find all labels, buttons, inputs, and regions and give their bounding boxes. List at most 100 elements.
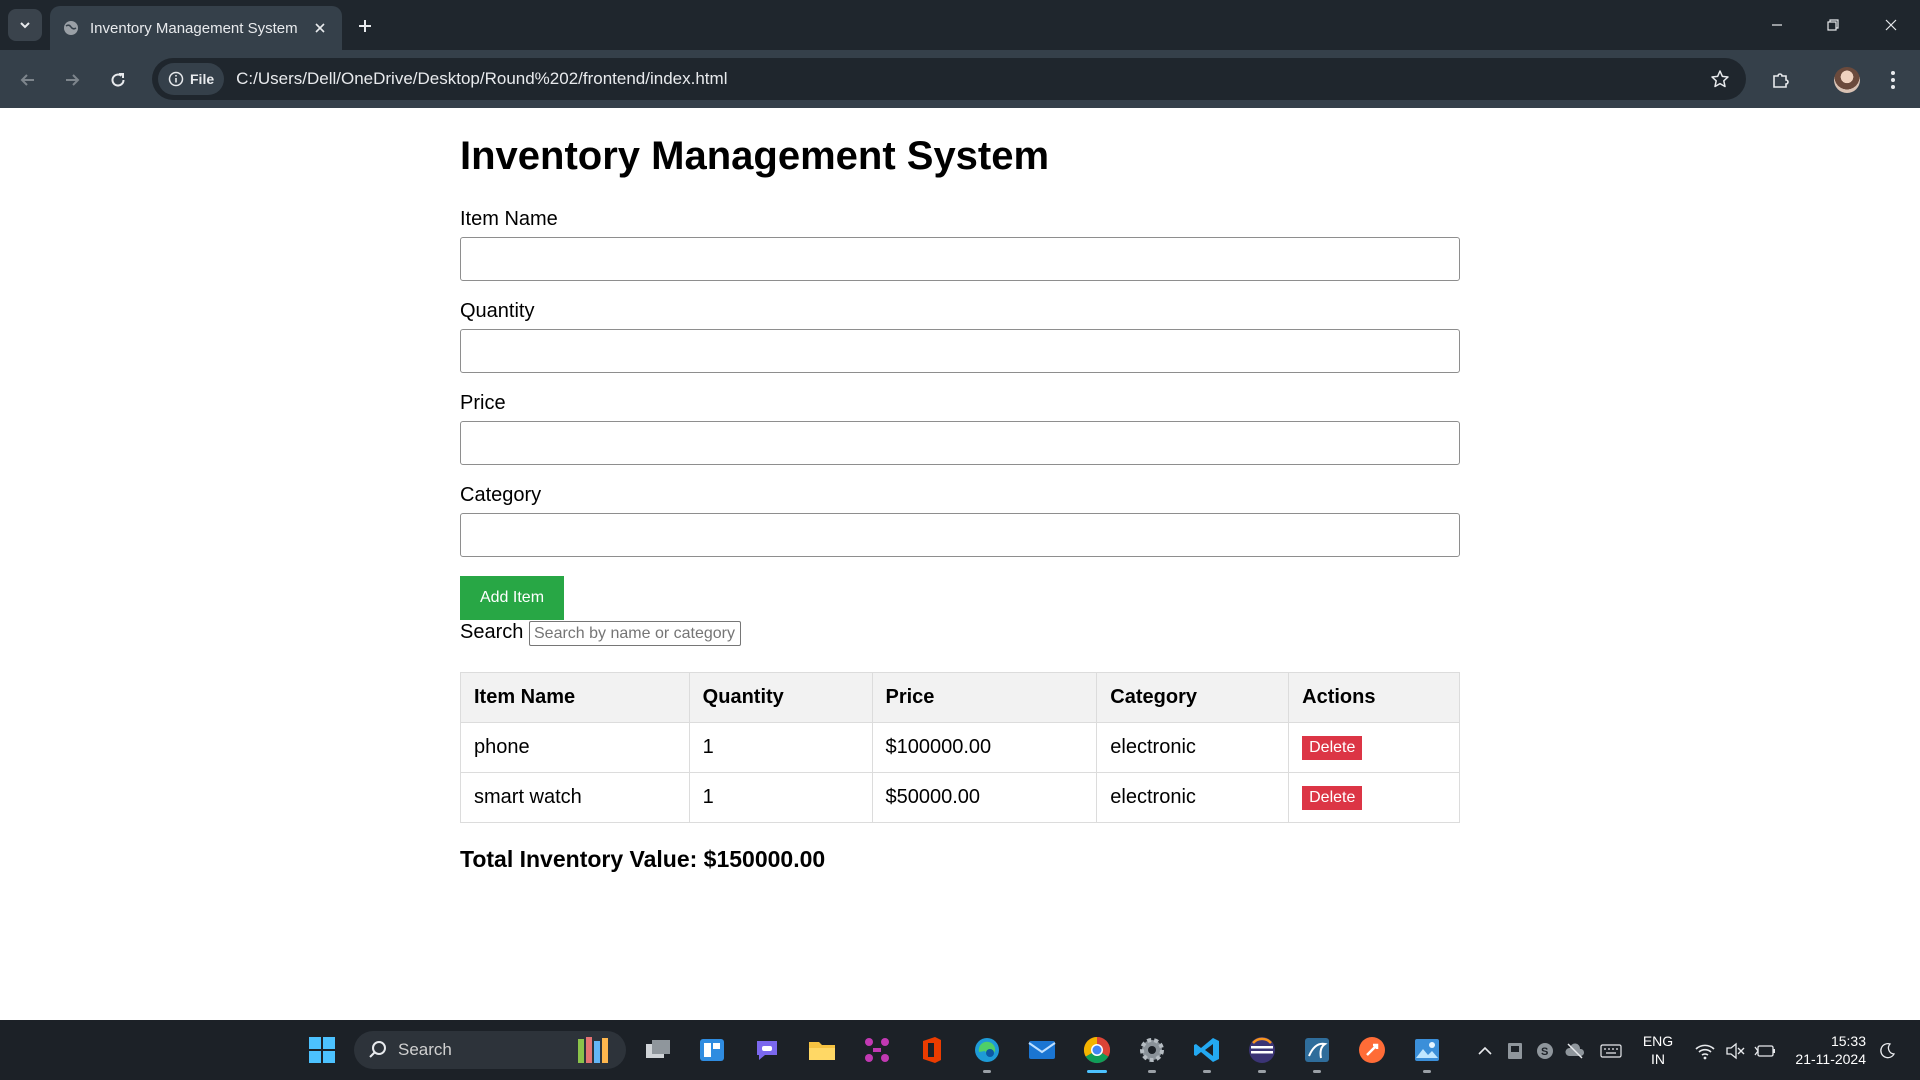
item-name-label: Item Name xyxy=(460,208,558,230)
bookmark-button[interactable] xyxy=(1708,67,1732,91)
search-input[interactable] xyxy=(529,621,741,646)
browser-tab-strip: Inventory Management System xyxy=(0,0,1920,50)
tab-title: Inventory Management System xyxy=(90,19,298,37)
category-label: Category xyxy=(460,484,542,506)
start-button[interactable] xyxy=(302,1030,342,1070)
header-category: Category xyxy=(1096,672,1290,723)
page-title: Inventory Management System xyxy=(460,134,1050,178)
office-button[interactable] xyxy=(912,1030,952,1070)
postman-button[interactable] xyxy=(1352,1030,1392,1070)
wifi-tray-icon[interactable] xyxy=(1694,1040,1716,1062)
mail-button[interactable] xyxy=(1022,1030,1062,1070)
category-input[interactable] xyxy=(460,513,1460,557)
skype-icon: S xyxy=(1537,1043,1553,1059)
header-item-name: Item Name xyxy=(460,672,690,723)
chrome-button[interactable] xyxy=(1077,1030,1117,1073)
back-button[interactable] xyxy=(14,66,42,94)
address-bar[interactable]: File C:/Users/Dell/OneDrive/Desktop/Roun… xyxy=(152,58,1746,100)
teams-chat-button[interactable] xyxy=(747,1030,787,1070)
browser-tab[interactable]: Inventory Management System xyxy=(50,6,342,50)
restore-button[interactable] xyxy=(1820,12,1846,38)
settings-button[interactable] xyxy=(1132,1030,1172,1073)
total-inventory-value: Total Inventory Value: $150000.00 xyxy=(460,846,826,872)
photos-icon xyxy=(1415,1039,1439,1061)
table-row: phone 1 $100000.00 electronic Delete xyxy=(460,722,1460,773)
cloud-tray-icon[interactable] xyxy=(1564,1040,1586,1062)
running-indicator xyxy=(1423,1070,1431,1073)
cell-actions: Delete xyxy=(1288,772,1460,823)
price-label: Price xyxy=(460,392,506,414)
task-view-icon xyxy=(646,1040,670,1058)
quantity-input[interactable] xyxy=(460,329,1460,373)
battery-tray-icon[interactable] xyxy=(1754,1040,1776,1062)
new-tab-button[interactable] xyxy=(352,13,378,39)
photos-button[interactable] xyxy=(1407,1030,1447,1073)
clock[interactable]: 15:33 21-11-2024 xyxy=(1790,1032,1866,1068)
eclipse-button[interactable] xyxy=(1242,1030,1282,1073)
site-info-chip[interactable]: File xyxy=(158,63,225,95)
running-indicator xyxy=(1313,1070,1321,1073)
restore-icon xyxy=(1827,19,1839,31)
cell-quantity: 1 xyxy=(688,772,873,823)
arrow-right-icon xyxy=(66,74,80,86)
cell-category: electronic xyxy=(1096,772,1290,823)
avatar xyxy=(1834,67,1860,93)
forward-button[interactable] xyxy=(58,66,86,94)
eclipse-icon xyxy=(1249,1037,1275,1063)
url-text[interactable]: C:/Users/Dell/OneDrive/Desktop/Round%202… xyxy=(236,69,727,89)
add-item-button[interactable]: Add Item xyxy=(460,576,564,620)
language-code: ENG xyxy=(1642,1033,1674,1049)
cell-price: $50000.00 xyxy=(871,772,1098,823)
close-tab-icon[interactable] xyxy=(310,18,330,38)
cell-actions: Delete xyxy=(1288,722,1460,773)
task-view-button[interactable] xyxy=(638,1030,678,1070)
reload-button[interactable] xyxy=(104,66,132,94)
mysql-workbench-button[interactable] xyxy=(1297,1030,1337,1073)
app-button-purple[interactable] xyxy=(857,1030,897,1070)
item-name-input[interactable] xyxy=(460,237,1460,281)
delete-button[interactable]: Delete xyxy=(1302,736,1363,760)
edge-button[interactable] xyxy=(967,1030,1007,1073)
close-window-button[interactable] xyxy=(1878,12,1904,38)
profile-button[interactable] xyxy=(1832,65,1862,95)
header-price: Price xyxy=(871,672,1098,723)
menu-button[interactable] xyxy=(1878,65,1908,95)
keyboard-tray-icon[interactable] xyxy=(1600,1040,1622,1062)
table-row: smart watch 1 $50000.00 electronic Delet… xyxy=(460,772,1460,823)
taskbar-search[interactable]: Search xyxy=(354,1031,626,1069)
chat-icon xyxy=(757,1041,777,1060)
clock-time: 15:33 xyxy=(1830,1033,1866,1049)
volume-tray-icon[interactable] xyxy=(1724,1040,1746,1062)
device-icon xyxy=(1508,1043,1522,1059)
minimize-button[interactable] xyxy=(1764,12,1790,38)
file-explorer-button[interactable] xyxy=(802,1030,842,1070)
reload-icon xyxy=(111,73,125,87)
input-language[interactable]: ENG IN xyxy=(1640,1032,1676,1068)
vscode-icon xyxy=(1194,1038,1219,1062)
grid-app-icon xyxy=(865,1038,889,1062)
tray-app-icon[interactable] xyxy=(1504,1040,1526,1062)
price-input[interactable] xyxy=(460,421,1460,465)
moon-icon xyxy=(1880,1043,1896,1059)
quantity-label: Quantity xyxy=(460,300,535,322)
star-icon xyxy=(1711,70,1729,88)
arrow-left-icon xyxy=(20,74,34,86)
vscode-button[interactable] xyxy=(1187,1030,1227,1073)
info-icon xyxy=(168,71,184,87)
plus-icon xyxy=(359,20,371,32)
notifications-button[interactable] xyxy=(1876,1040,1898,1062)
extensions-button[interactable] xyxy=(1766,65,1796,95)
skype-tray-icon[interactable]: S xyxy=(1534,1040,1556,1062)
widgets-button[interactable] xyxy=(692,1030,732,1070)
volume-muted-icon xyxy=(1726,1042,1745,1060)
delete-button[interactable]: Delete xyxy=(1302,786,1363,810)
show-hidden-icons-button[interactable] xyxy=(1474,1040,1496,1062)
gear-icon xyxy=(1140,1038,1164,1062)
chrome-icon xyxy=(1083,1036,1111,1064)
taskbar-search-label: Search xyxy=(398,1040,452,1059)
svg-text:S: S xyxy=(1541,1046,1548,1058)
postman-icon xyxy=(1359,1037,1385,1063)
puzzle-icon xyxy=(1773,73,1789,88)
tab-search-button[interactable] xyxy=(8,9,42,41)
cloud-off-icon xyxy=(1565,1043,1585,1059)
